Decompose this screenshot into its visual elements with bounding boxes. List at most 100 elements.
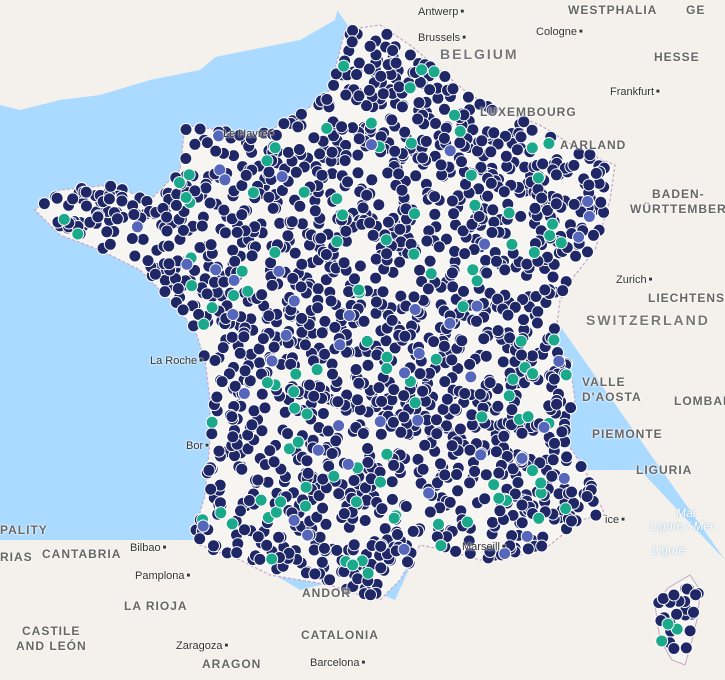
map-marker[interactable] bbox=[100, 225, 114, 239]
map-marker[interactable] bbox=[50, 191, 64, 205]
map-marker[interactable] bbox=[71, 227, 85, 241]
map-marker[interactable] bbox=[365, 138, 378, 152]
map-marker[interactable] bbox=[346, 558, 360, 572]
map-marker[interactable] bbox=[360, 334, 374, 348]
map-marker[interactable] bbox=[214, 506, 228, 520]
map-marker[interactable] bbox=[453, 136, 467, 150]
map-marker[interactable] bbox=[260, 154, 274, 168]
map-marker[interactable] bbox=[483, 376, 497, 390]
map-marker[interactable] bbox=[434, 457, 447, 471]
map-marker[interactable] bbox=[374, 69, 388, 83]
map-marker[interactable] bbox=[260, 376, 274, 390]
map-marker[interactable] bbox=[492, 491, 506, 505]
map-marker[interactable] bbox=[458, 387, 472, 400]
map-marker[interactable] bbox=[419, 134, 433, 148]
map-marker[interactable] bbox=[176, 223, 190, 237]
map-marker[interactable] bbox=[372, 198, 386, 212]
map-marker[interactable] bbox=[416, 151, 430, 165]
map-marker[interactable] bbox=[520, 257, 534, 271]
map-marker[interactable] bbox=[341, 175, 355, 189]
map-marker[interactable] bbox=[477, 332, 491, 346]
map-marker[interactable] bbox=[567, 158, 581, 172]
map-marker[interactable] bbox=[327, 78, 341, 92]
map-marker[interactable] bbox=[380, 447, 394, 461]
map-marker[interactable] bbox=[225, 410, 239, 424]
map-marker[interactable] bbox=[406, 524, 420, 538]
map-marker[interactable] bbox=[429, 117, 442, 130]
map-marker[interactable] bbox=[661, 617, 675, 631]
map-marker[interactable] bbox=[247, 404, 261, 418]
map-marker[interactable] bbox=[298, 338, 312, 352]
map-marker[interactable] bbox=[387, 458, 401, 472]
map-marker[interactable] bbox=[331, 395, 345, 409]
map-marker[interactable] bbox=[397, 410, 411, 424]
map-marker[interactable] bbox=[438, 468, 452, 482]
map-marker[interactable] bbox=[245, 418, 259, 432]
map-marker[interactable] bbox=[403, 81, 417, 95]
map-marker[interactable] bbox=[555, 425, 569, 439]
map-marker[interactable] bbox=[197, 317, 211, 331]
map-marker[interactable] bbox=[330, 543, 344, 557]
map-marker[interactable] bbox=[381, 166, 395, 180]
map-marker[interactable] bbox=[268, 141, 282, 155]
map-marker[interactable] bbox=[446, 280, 460, 294]
map-marker[interactable] bbox=[295, 257, 309, 271]
map-marker[interactable] bbox=[395, 100, 409, 114]
map-marker[interactable] bbox=[457, 284, 470, 298]
map-marker[interactable] bbox=[289, 367, 303, 381]
map-marker[interactable] bbox=[464, 370, 478, 384]
map-marker[interactable] bbox=[356, 427, 370, 440]
map-marker[interactable] bbox=[216, 341, 230, 355]
map-marker[interactable] bbox=[517, 313, 530, 327]
map-marker[interactable] bbox=[490, 254, 503, 268]
map-marker[interactable] bbox=[173, 176, 186, 190]
map-marker[interactable] bbox=[287, 385, 301, 399]
map-marker[interactable] bbox=[332, 419, 346, 433]
map-marker[interactable] bbox=[234, 504, 247, 518]
map-marker[interactable] bbox=[554, 236, 568, 250]
map-marker[interactable] bbox=[448, 108, 461, 122]
map-marker[interactable] bbox=[267, 455, 281, 469]
map-marker[interactable] bbox=[267, 340, 281, 354]
map-marker[interactable] bbox=[320, 92, 334, 106]
map-marker[interactable] bbox=[351, 166, 365, 180]
map-marker[interactable] bbox=[423, 83, 437, 97]
map-marker[interactable] bbox=[319, 248, 333, 261]
map-marker[interactable] bbox=[564, 401, 578, 415]
map-marker[interactable] bbox=[217, 203, 231, 217]
map-marker[interactable] bbox=[324, 294, 338, 308]
map-marker[interactable] bbox=[413, 263, 427, 277]
map-marker[interactable] bbox=[125, 232, 139, 245]
map-marker[interactable] bbox=[287, 294, 301, 308]
map-marker[interactable] bbox=[398, 329, 412, 343]
map-marker[interactable] bbox=[411, 413, 425, 427]
map-marker[interactable] bbox=[484, 176, 498, 190]
map-marker[interactable] bbox=[281, 229, 295, 243]
map-marker[interactable] bbox=[225, 517, 239, 531]
map-marker[interactable] bbox=[110, 212, 124, 226]
map-marker[interactable] bbox=[525, 141, 539, 155]
map-marker[interactable] bbox=[559, 368, 573, 382]
map-marker[interactable] bbox=[526, 464, 539, 478]
map-marker[interactable] bbox=[158, 285, 172, 299]
map-marker[interactable] bbox=[200, 287, 214, 301]
map-marker[interactable] bbox=[430, 413, 443, 427]
map-marker[interactable] bbox=[395, 183, 409, 197]
map-marker[interactable] bbox=[560, 450, 574, 464]
map-marker[interactable] bbox=[427, 335, 441, 349]
map-marker[interactable] bbox=[215, 375, 229, 389]
map-marker[interactable] bbox=[277, 117, 291, 131]
map-marker[interactable] bbox=[195, 219, 209, 233]
map-marker[interactable] bbox=[468, 464, 482, 478]
map-marker[interactable] bbox=[387, 511, 401, 525]
map-marker[interactable] bbox=[515, 498, 529, 512]
map-marker[interactable] bbox=[230, 225, 244, 239]
map-marker[interactable] bbox=[314, 231, 328, 245]
map-marker[interactable] bbox=[205, 427, 219, 441]
map-marker[interactable] bbox=[253, 552, 267, 566]
map-marker[interactable] bbox=[330, 235, 344, 249]
map-marker[interactable] bbox=[235, 462, 249, 476]
map-marker[interactable] bbox=[445, 266, 459, 280]
map-marker[interactable] bbox=[445, 439, 459, 453]
map-marker[interactable] bbox=[484, 145, 498, 159]
